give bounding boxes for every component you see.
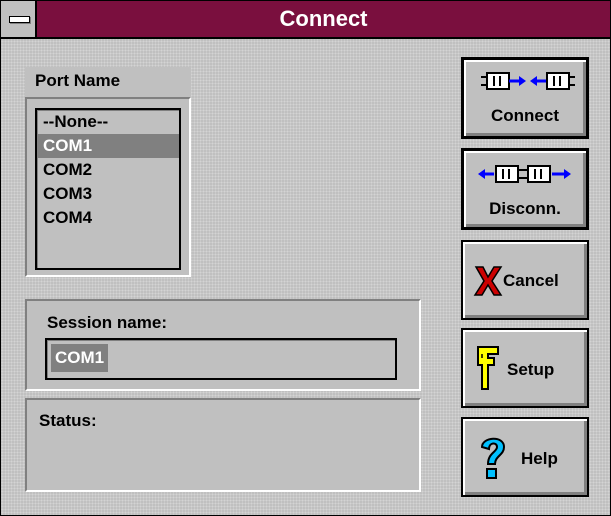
system-menu-button[interactable]	[1, 1, 37, 37]
disconnect-button[interactable]: Disconn.	[461, 148, 589, 230]
setup-button-label: Setup	[507, 360, 555, 379]
wrench-icon	[477, 346, 499, 390]
status-label: Status:	[39, 411, 97, 430]
connect-dialog: Connect Port Name --None-- COM1 COM2 COM…	[0, 0, 611, 516]
list-item-none[interactable]: --None--	[37, 110, 179, 134]
session-name-label: Session name:	[47, 313, 167, 332]
system-menu-icon	[9, 16, 30, 23]
help-button-label: Help	[521, 449, 558, 468]
cancel-button[interactable]: Cancel	[461, 240, 589, 320]
title-bar[interactable]: Connect	[1, 1, 610, 39]
list-item-com3[interactable]: COM3	[37, 182, 179, 206]
plug-connect-icon	[481, 72, 575, 90]
plug-disconnect-icon	[478, 165, 571, 183]
session-name-value: COM1	[51, 344, 109, 372]
list-item-com4[interactable]: COM4	[37, 206, 179, 230]
session-name-field[interactable]: COM1	[45, 338, 397, 380]
setup-button[interactable]: Setup	[461, 328, 589, 408]
connect-button[interactable]: Connect	[461, 57, 589, 139]
port-name-header: Port Name	[25, 67, 191, 97]
help-button[interactable]: Help	[461, 417, 589, 497]
cancel-button-label: Cancel	[503, 271, 559, 290]
question-mark-icon	[480, 437, 506, 479]
connect-button-label: Connect	[491, 106, 559, 125]
port-listbox[interactable]: --None-- COM1 COM2 COM3 COM4	[35, 108, 181, 270]
red-x-icon	[473, 266, 503, 296]
list-item-com1[interactable]: COM1	[37, 134, 179, 158]
window-title: Connect	[279, 6, 368, 31]
list-item-com2[interactable]: COM2	[37, 158, 179, 182]
disconnect-button-label: Disconn.	[489, 199, 561, 218]
